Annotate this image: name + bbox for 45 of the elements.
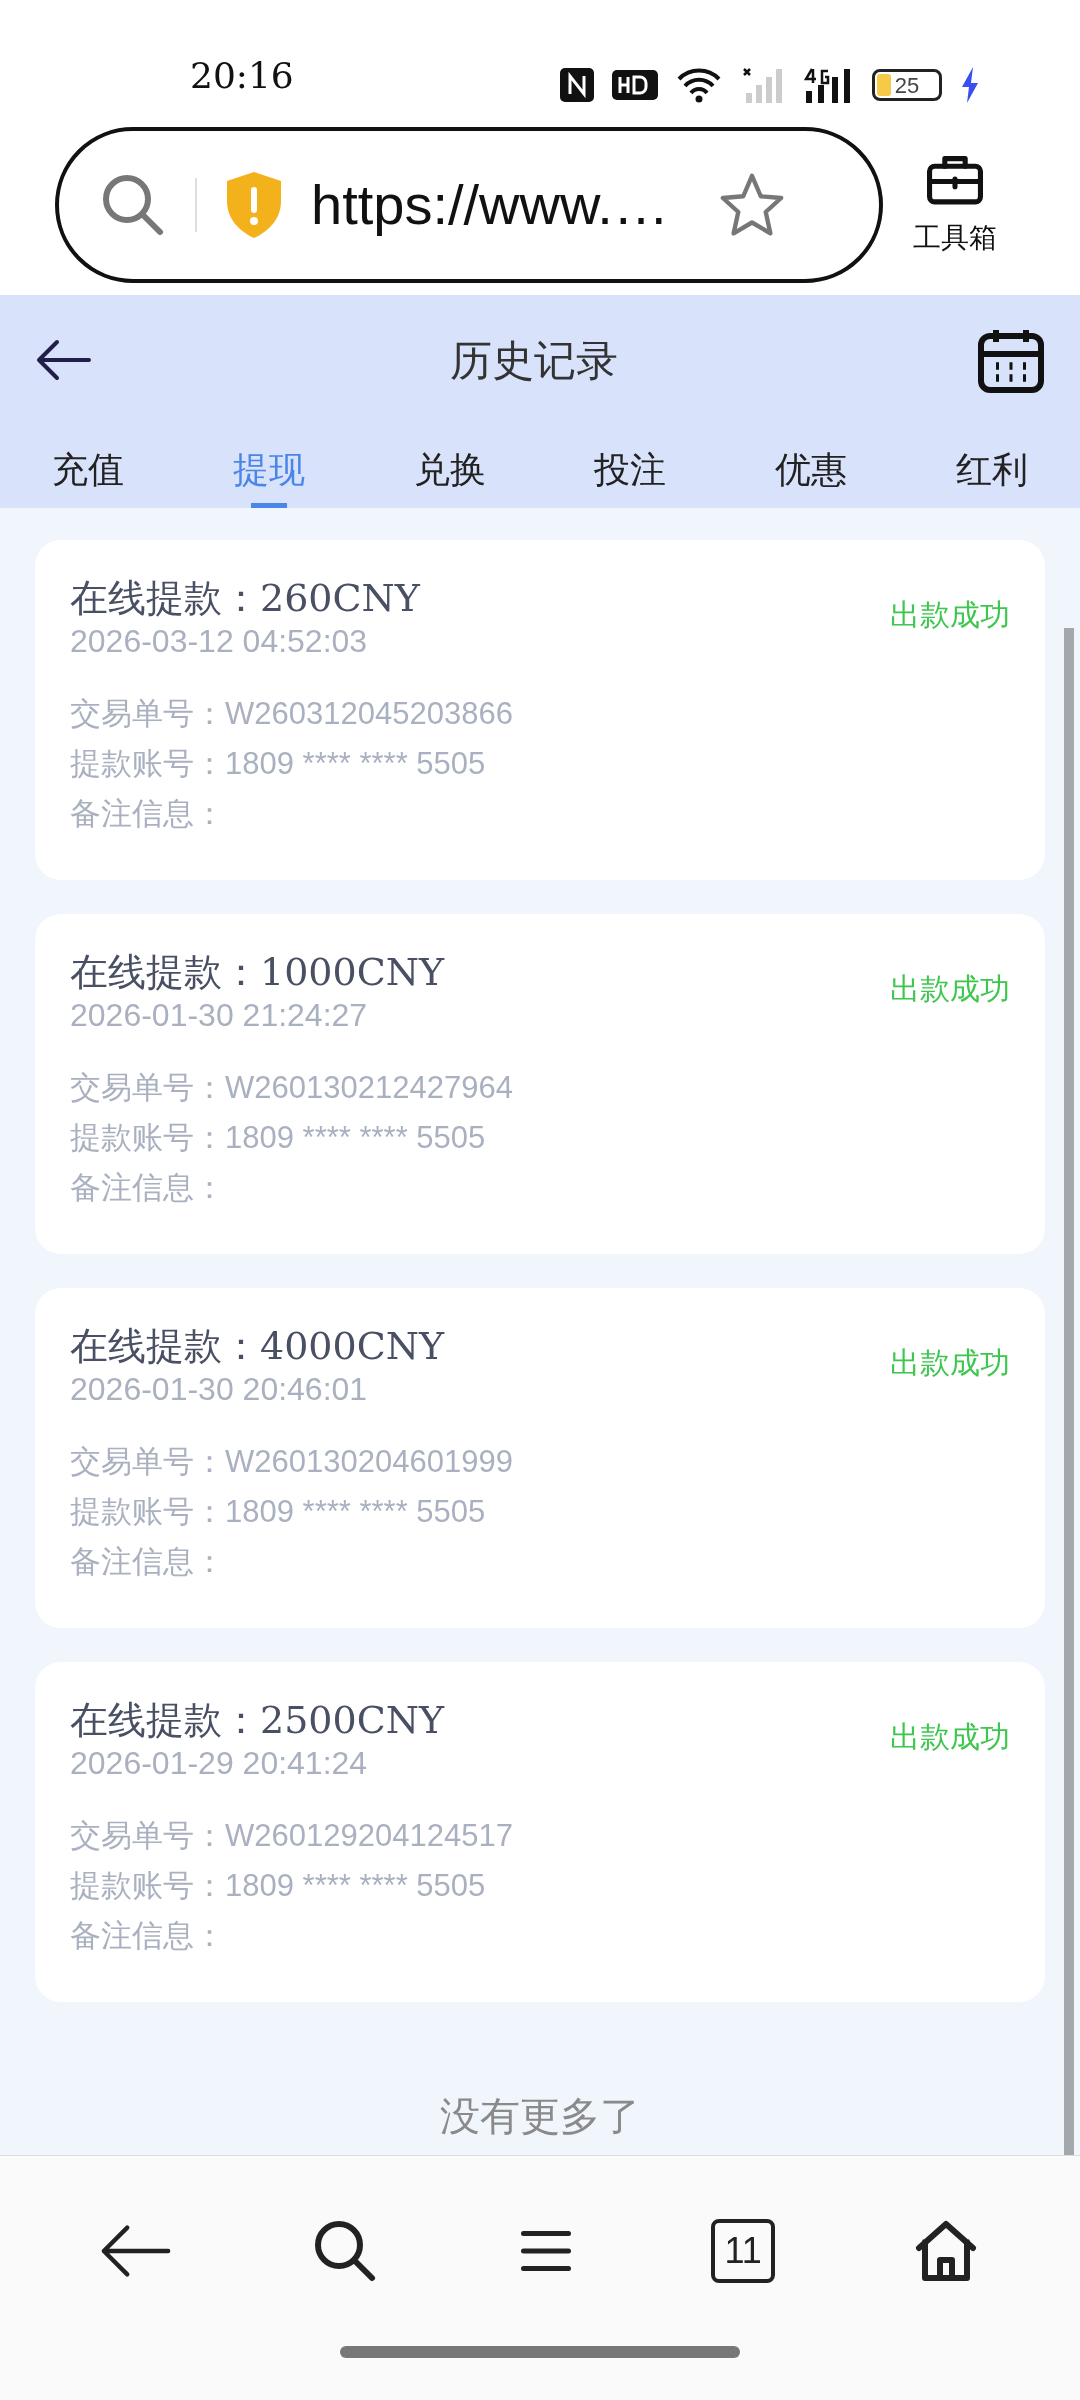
status-label: 出款成功: [890, 1718, 1010, 1756]
order-number: 交易单号：W260130212427964: [70, 1069, 514, 1107]
account-number: 提款账号：1809 **** **** 5505: [70, 1493, 487, 1531]
tab[interactable]: 兑换: [413, 425, 486, 508]
record-title: 在线提款：2500CNY: [70, 1697, 445, 1744]
record-time: 2026-01-30 21:24:27: [70, 996, 369, 1035]
record-card[interactable]: 在线提款：2500CNY 出款成功 2026-01-29 20:41:24 交易单号：W260129204124517 提款账号：1809 **** **** 5505 备注信息：: [35, 1662, 1045, 2002]
end-of-list-text: 没有更多了: [440, 2092, 640, 2141]
record-title: 在线提款：1000CNY: [70, 949, 445, 996]
record-title: 在线提款：260CNY: [70, 575, 420, 622]
record-time: 2026-01-29 20:41:24: [70, 1744, 369, 1783]
record-time: 2026-01-30 20:46:01: [70, 1370, 369, 1409]
note-label: 备注信息：: [70, 1543, 226, 1581]
order-number: 交易单号：W260129204124517: [70, 1817, 514, 1855]
page-title: 历史记录: [450, 334, 618, 387]
status-time: 20:16: [190, 54, 294, 98]
account-number: 提款账号：1809 **** **** 5505: [70, 1867, 487, 1905]
hd-icon: [612, 70, 658, 100]
order-number: 交易单号：W260130204601999: [70, 1443, 514, 1481]
record-time: 2026-03-12 04:52:03: [70, 622, 369, 661]
tab[interactable]: 红利: [956, 425, 1028, 508]
account-number: 提款账号：1809 **** **** 5505: [70, 745, 487, 783]
note-label: 备注信息：: [70, 1169, 226, 1207]
note-label: 备注信息：: [70, 795, 226, 833]
address-bar[interactable]: https://www.…: [55, 127, 883, 283]
record-title: 在线提款：4000CNY: [70, 1323, 445, 1370]
order-number: 交易单号：W260312045203866: [70, 695, 514, 733]
record-card[interactable]: 在线提款：1000CNY 出款成功 2026-01-30 21:24:27 交易单号：W260130212427964 提款账号：1809 **** **** 5505 备注信息：: [35, 914, 1045, 1254]
tab[interactable]: 投注: [594, 425, 667, 508]
wifi-icon: [676, 67, 722, 103]
url-text[interactable]: https://www.…: [311, 163, 691, 247]
tabs-button[interactable]: 11: [711, 2219, 776, 2283]
record-card[interactable]: 在线提款：4000CNY 出款成功 2026-01-30 20:46:01 交易单号：W260130204601999 提款账号：1809 **** **** 5505 备注信息：: [35, 1288, 1045, 1628]
tab[interactable]: 充值: [52, 425, 124, 508]
status-label: 出款成功: [890, 596, 1010, 634]
nfc-icon: [560, 68, 594, 102]
tab[interactable]: 优惠: [775, 425, 848, 508]
charging-icon: [960, 67, 980, 103]
record-card[interactable]: 在线提款：260CNY 出款成功 2026-03-12 04:52:03 交易单号：W260312045203866 提款账号：1809 **** **** 5505 备注信息：: [35, 540, 1045, 880]
note-label: 备注信息：: [70, 1917, 226, 1955]
toolbox-button[interactable]: 工具箱: [913, 151, 997, 259]
account-number: 提款账号：1809 **** **** 5505: [70, 1119, 487, 1157]
status-label: 出款成功: [890, 1344, 1010, 1382]
battery-indicator: 25: [872, 69, 942, 101]
status-label: 出款成功: [890, 970, 1010, 1008]
